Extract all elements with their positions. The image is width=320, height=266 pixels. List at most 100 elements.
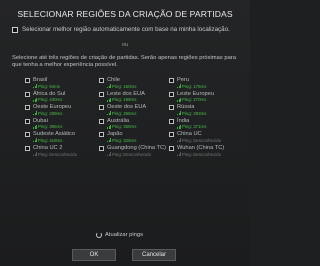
region-ping: Ping: 418ms [33,138,100,143]
region-ping-text: Ping: 255ms [112,110,137,116]
region-ping: Ping: 371ms [177,124,240,129]
signal-bars-icon [107,138,111,143]
region-ping-text: Ping: 289ms [38,110,63,116]
signal-bars-icon [177,97,181,102]
region-option[interactable]: África do Sul Ping: 430ms [25,90,100,105]
region-ping-text: Ping: 328ms [112,137,137,143]
signal-bars-icon [107,84,111,89]
region-checkbox[interactable] [25,78,30,83]
region-checkbox[interactable] [169,145,174,151]
instructions-text: Selecione até três regiões de criação de… [12,55,236,69]
region-option[interactable]: Índia Ping: 371ms [169,117,240,132]
region-ping: Ping: 396ms [33,124,100,129]
auto-select-label: Selecionar melhor região automaticamente… [22,26,230,33]
region-checkbox[interactable] [99,118,104,124]
region-name: Guangdong (China TC) [107,144,167,151]
signal-bars-icon [33,138,37,143]
region-checkbox[interactable] [25,132,30,138]
region-checkbox[interactable] [25,91,30,97]
region-name: Oeste Europeu [33,104,72,111]
region-name: Brasil [33,77,48,83]
signal-bars-icon [33,97,37,102]
region-checkbox[interactable] [25,118,30,124]
refresh-icon [96,232,102,238]
region-checkbox[interactable] [169,118,174,124]
region-ping-text: Ping: 293ms [182,110,207,116]
matchmaking-regions-dialog: SELECIONAR REGIÕES DA CRIAÇÃO DE PARTIDA… [0,0,250,266]
region-ping-text: Ping: Desconhecido [182,151,222,157]
region-option[interactable]: Brasil Ping: 94ms [25,77,100,91]
region-name: China UC 2 [33,144,63,151]
region-ping: Ping: 175ms [177,84,240,89]
region-ping: Ping: Desconhecido [33,152,100,157]
auto-select-checkbox[interactable] [12,26,18,33]
region-option[interactable]: China UC Ping: Desconhecido [169,131,240,145]
signal-bars-icon [177,124,181,129]
region-ping: Ping: 328ms [107,138,170,143]
region-option[interactable]: Rússia Ping: 293ms [169,104,240,118]
region-ping-text: Ping: Desconhecido [182,137,222,143]
signal-bars-icon [177,138,181,143]
region-name: Sudeste Asiático [33,131,76,138]
refresh-pings-button[interactable]: Atualizar pings [96,232,143,238]
region-ping: Ping: 94ms [33,84,100,89]
region-option[interactable]: Austrália Ping: 358ms [99,118,170,132]
region-checkbox[interactable] [99,145,104,151]
region-ping-text: Ping: 270ms [182,97,207,103]
region-name: Dubai [33,117,48,124]
region-ping-text: Ping: 94ms [38,83,60,89]
region-ping: Ping: 293ms [177,111,240,116]
region-ping: Ping: Desconhecido [107,152,170,157]
region-checkbox[interactable] [99,91,104,97]
region-checkbox[interactable] [99,132,104,138]
region-ping-text: Ping: 430ms [38,97,63,103]
region-name: Wuhan (China TC) [177,144,225,151]
region-ping: Ping: Desconhecido [177,138,240,143]
signal-bars-icon [177,152,181,157]
signal-bars-icon [33,124,37,129]
region-option[interactable]: Japão Ping: 328ms [99,131,170,145]
region-option[interactable]: Guangdong (China TC) Ping: Desconhecido [99,144,170,159]
region-ping: Ping: 270ms [177,97,240,102]
region-option[interactable]: Leste dos EUA Ping: 198ms [99,90,170,105]
region-ping-text: Ping: Desconhecido [112,151,152,157]
signal-bars-icon [107,97,111,102]
region-option[interactable]: Dubai Ping: 396ms [25,117,100,132]
region-ping: Ping: 255ms [107,111,170,116]
cancel-button[interactable]: Cancelar [132,249,176,261]
auto-select-option[interactable]: Selecionar melhor região automaticamente… [12,26,242,33]
region-checkbox[interactable] [169,78,174,83]
signal-bars-icon [177,111,181,116]
region-name: Oeste dos EUA [107,104,147,111]
region-checkbox[interactable] [25,145,30,151]
dialog-title: SELECIONAR REGIÕES DA CRIAÇÃO DE PARTIDA… [17,9,233,19]
region-checkbox[interactable] [169,105,174,111]
signal-bars-icon [33,84,37,89]
region-checkbox[interactable] [99,78,104,83]
region-ping-text: Ping: 160ms [112,83,137,89]
region-option[interactable]: Leste Europeu Ping: 270ms [169,91,240,105]
region-option[interactable]: Chile Ping: 160ms [99,77,170,91]
region-option[interactable]: China UC 2 Ping: Desconhecido [25,144,100,159]
region-option[interactable]: Sudeste Asiático Ping: 418ms [25,131,100,145]
signal-bars-icon [33,111,37,116]
region-checkbox[interactable] [169,132,174,138]
region-name: África do Sul [33,90,66,97]
ok-button[interactable]: OK [72,249,116,261]
region-ping-text: Ping: 371ms [182,124,207,130]
region-ping-text: Ping: 198ms [112,97,137,103]
region-option[interactable]: Oeste Europeu Ping: 289ms [25,104,100,118]
region-ping: Ping: 198ms [107,97,170,102]
region-checkbox[interactable] [169,91,174,97]
region-name: Índia [177,117,190,124]
region-ping-text: Ping: 358ms [112,124,137,130]
region-name: Peru [177,77,190,83]
region-checkbox[interactable] [99,105,104,111]
region-ping: Ping: 289ms [33,111,100,116]
signal-bars-icon [107,111,111,116]
region-name: Leste dos EUA [107,90,145,97]
region-checkbox[interactable] [25,105,30,111]
region-option[interactable]: Wuhan (China TC) Ping: Desconhecido [169,144,240,159]
region-option[interactable]: Oeste dos EUA Ping: 255ms [99,104,170,118]
region-option[interactable]: Peru Ping: 175ms [169,77,240,91]
